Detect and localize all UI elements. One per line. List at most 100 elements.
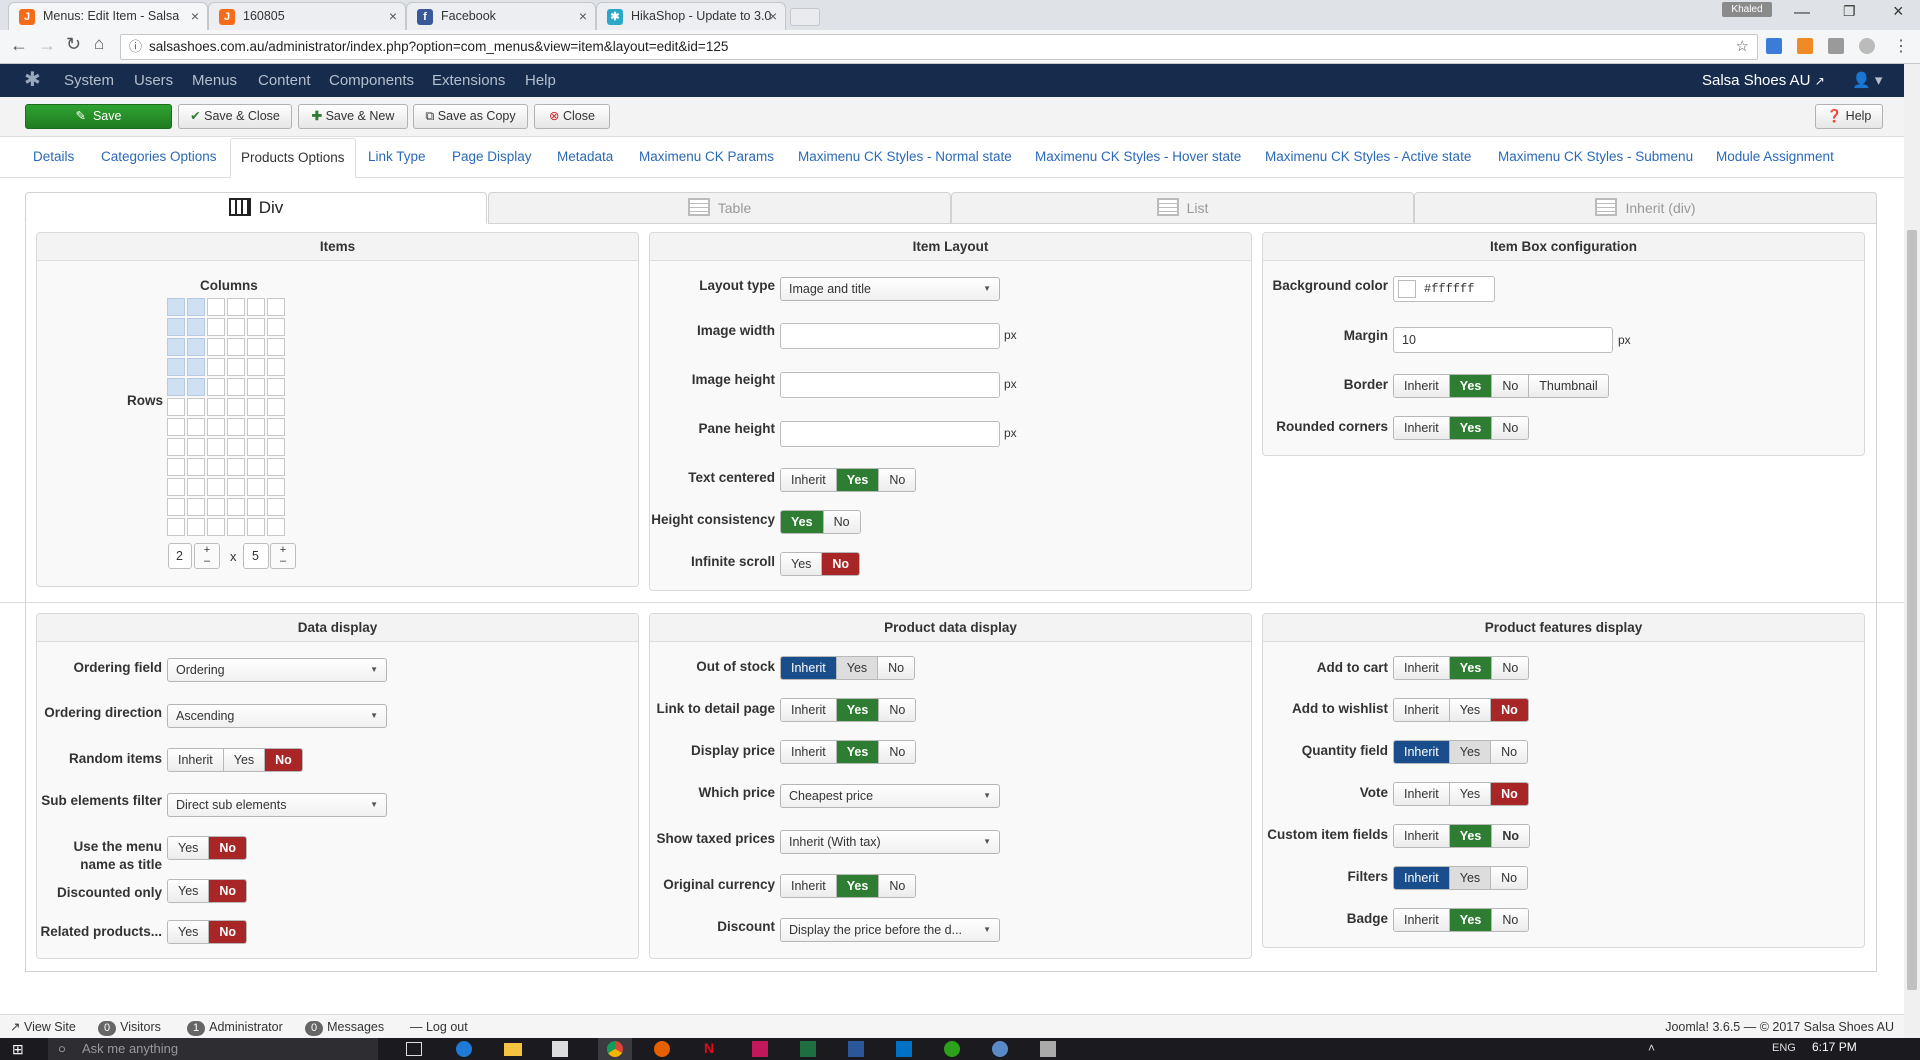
menu-name-toggle[interactable]: Yes No [167,836,248,860]
tab-maximenu-hover[interactable]: Maximenu CK Styles - Hover state [1035,138,1241,178]
layout-tab-div[interactable]: Div [25,192,487,224]
add-to-cart-toggle[interactable]: Inherit Yes No [1393,656,1530,680]
grid-cell[interactable] [227,378,245,396]
grid-cell[interactable] [167,458,185,476]
margin-input[interactable]: 10 [1393,327,1613,353]
random-items-toggle[interactable]: Inherit Yes No [167,748,303,772]
bookmark-star-icon[interactable]: ☆ [1736,35,1749,59]
option-yes[interactable]: Yes [836,699,880,721]
layout-tab-list[interactable]: List [951,192,1414,224]
extension-icon[interactable] [1859,38,1875,54]
grid-cell[interactable] [207,458,225,476]
option-no[interactable]: No [879,699,916,721]
option-inherit[interactable]: Inherit [781,699,837,721]
option-no[interactable]: No [1491,867,1528,889]
tab-metadata[interactable]: Metadata [557,138,613,178]
image-width-input[interactable] [780,323,1000,349]
grid-cell[interactable] [247,378,265,396]
option-yes[interactable]: Yes [223,749,266,771]
grid-cell[interactable] [267,398,285,416]
scrollbar-thumb[interactable] [1907,230,1917,990]
menu-icon[interactable]: ⋮ [1893,36,1909,56]
grid-cell[interactable] [227,358,245,376]
quickbooks-icon[interactable] [944,1041,960,1057]
logout-link[interactable]: — Log out [410,1015,468,1039]
save-button[interactable]: ✎ Save [25,104,172,129]
option-yes[interactable]: Yes [1449,783,1492,805]
grid-cell[interactable] [267,498,285,516]
option-no[interactable]: No [1491,783,1528,805]
grid-cell[interactable] [267,338,285,356]
option-yes[interactable]: Yes [168,837,210,859]
color-swatch[interactable] [1398,280,1416,298]
option-inherit[interactable]: Inherit [1394,375,1450,397]
close-tab-icon[interactable]: × [769,3,777,30]
option-no[interactable]: No [1492,825,1529,847]
browser-tab-160805[interactable]: J 160805 × [208,2,406,30]
option-inherit[interactable]: Inherit [781,469,837,491]
profile-badge[interactable]: Khaled [1722,2,1772,17]
grid-cell[interactable] [227,438,245,456]
layout-tab-inherit[interactable]: Inherit (div) [1414,192,1877,224]
option-no[interactable]: No [1492,375,1530,397]
grid-cell[interactable] [267,378,285,396]
grid-cell[interactable] [187,498,205,516]
task-view-icon[interactable] [406,1042,422,1056]
quantity-field-toggle[interactable]: Inherit Yes No [1393,740,1529,764]
cortana-search-input[interactable]: ○ Ask me anything [48,1038,378,1060]
grid-cell[interactable] [207,338,225,356]
option-yes[interactable]: Yes [168,921,210,943]
app-icon[interactable] [992,1041,1008,1057]
save-copy-button[interactable]: ⧉ Save as Copy [413,104,528,129]
option-no[interactable]: No [1492,417,1529,439]
add-to-wishlist-toggle[interactable]: Inherit Yes No [1393,698,1529,722]
grid-cell[interactable] [187,398,205,416]
option-inherit[interactable]: Inherit [781,741,837,763]
option-yes[interactable]: Yes [836,741,880,763]
extension-icon[interactable] [1766,38,1782,54]
reload-icon[interactable]: ↻ [66,34,81,55]
option-inherit[interactable]: Inherit [1394,417,1450,439]
grid-cell[interactable] [187,438,205,456]
menu-users[interactable]: Users [134,64,173,97]
grid-cell[interactable] [167,298,185,316]
file-explorer-icon[interactable] [504,1043,522,1056]
grid-cell[interactable] [267,358,285,376]
grid-cell[interactable] [267,438,285,456]
taxed-prices-select[interactable]: Inherit (With tax) [780,830,1000,854]
grid-cell[interactable] [167,378,185,396]
layout-tab-table[interactable]: Table [488,192,951,224]
new-tab-button[interactable] [790,8,820,26]
windows-start-icon[interactable]: ⊞ [12,1041,24,1058]
grid-cell[interactable] [187,358,205,376]
forward-icon[interactable]: → [38,35,56,56]
grid-cell[interactable] [187,318,205,336]
save-close-button[interactable]: ✔ Save & Close [178,104,292,129]
link-detail-toggle[interactable]: Inherit Yes No [780,698,917,722]
tab-categories-options[interactable]: Categories Options [101,138,217,178]
sub-elements-filter-select[interactable]: Direct sub elements [167,793,387,817]
app-icon[interactable] [1040,1041,1056,1057]
url-input[interactable]: ⓘ salsashoes.com.au/administrator/index.… [120,34,1758,60]
text-centered-toggle[interactable]: Inherit Yes No [780,468,917,492]
tray-chevron-icon[interactable]: ˄ [1648,1041,1655,1055]
grid-cell[interactable] [247,418,265,436]
option-yes[interactable]: Yes [168,880,210,902]
option-no[interactable]: No [1492,657,1529,679]
option-yes[interactable]: Yes [1449,375,1493,397]
grid-cell[interactable] [247,458,265,476]
columns-input[interactable]: 2 [168,543,192,569]
grid-cell[interactable] [187,338,205,356]
rounded-corners-toggle[interactable]: Inherit Yes No [1393,416,1530,440]
option-inherit[interactable]: Inherit [1394,909,1450,931]
related-products-toggle[interactable]: Yes No [167,920,248,944]
grid-cell[interactable] [187,518,205,536]
option-yes[interactable]: Yes [1449,825,1493,847]
option-yes[interactable]: Yes [781,511,824,533]
tab-page-display[interactable]: Page Display [452,138,532,178]
filters-toggle[interactable]: Inherit Yes No [1393,866,1529,890]
grid-cell[interactable] [207,478,225,496]
option-yes[interactable]: Yes [1449,909,1493,931]
display-price-toggle[interactable]: Inherit Yes No [780,740,917,764]
grid-cell[interactable] [167,358,185,376]
